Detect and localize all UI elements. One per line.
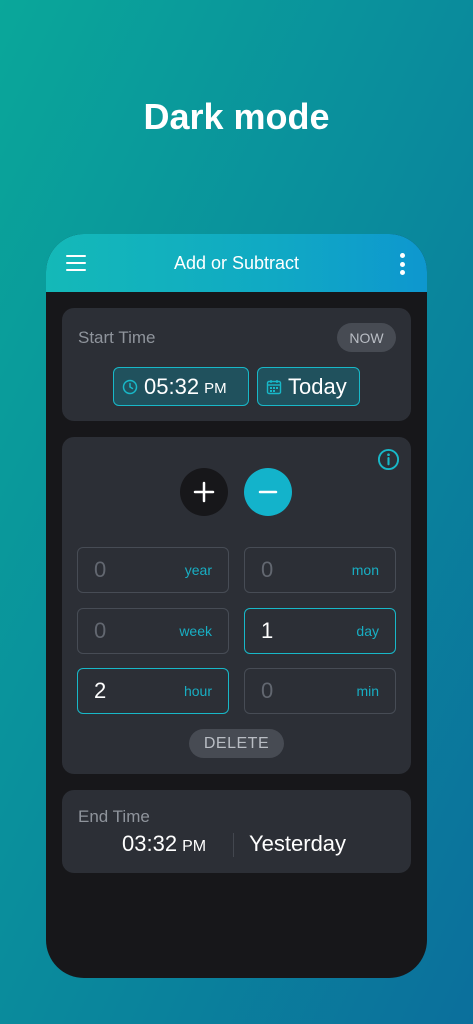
hamburger-menu-icon[interactable] bbox=[66, 255, 86, 271]
app-bar: Add or Subtract bbox=[46, 234, 427, 292]
add-button[interactable] bbox=[180, 468, 228, 516]
week-value: 0 bbox=[94, 618, 107, 643]
day-value: 1 bbox=[261, 618, 274, 643]
end-time-card: End Time 03:32 PM Yesterday bbox=[62, 790, 411, 873]
month-value: 0 bbox=[261, 557, 274, 582]
week-unit: week bbox=[179, 623, 212, 639]
minute-value: 0 bbox=[261, 678, 274, 703]
day-unit: day bbox=[356, 623, 379, 639]
page-headline: Dark mode bbox=[143, 96, 330, 137]
hour-field[interactable]: 2 hour bbox=[77, 668, 229, 714]
month-unit: mon bbox=[351, 562, 379, 578]
minus-icon bbox=[258, 490, 278, 494]
end-time-value: 03:32 bbox=[122, 831, 178, 856]
end-time-label: End Time bbox=[78, 807, 150, 826]
delete-button[interactable]: DELETE bbox=[189, 729, 284, 758]
year-field[interactable]: 0 year bbox=[77, 547, 229, 593]
start-date-value: Today bbox=[288, 373, 347, 399]
hour-unit: hour bbox=[183, 683, 212, 699]
end-time-display: 03:32 PM bbox=[122, 831, 206, 857]
day-field[interactable]: 1 day bbox=[244, 608, 396, 654]
end-time-ampm: PM bbox=[182, 838, 207, 855]
year-unit: year bbox=[184, 562, 212, 578]
hour-value: 2 bbox=[94, 678, 107, 703]
info-icon[interactable] bbox=[377, 448, 400, 471]
start-time-value: 05:32 bbox=[144, 373, 200, 399]
minute-unit: min bbox=[356, 683, 379, 699]
start-time-card: Start Time NOW 05:32 PM Today bbox=[62, 308, 411, 421]
start-time-ampm: PM bbox=[204, 380, 227, 397]
clock-icon bbox=[122, 379, 138, 394]
subtract-button[interactable] bbox=[244, 468, 292, 516]
calendar-icon bbox=[266, 379, 282, 394]
now-button[interactable]: NOW bbox=[337, 323, 396, 352]
month-field[interactable]: 0 mon bbox=[244, 547, 396, 593]
end-time-divider bbox=[233, 833, 234, 857]
plus-icon bbox=[193, 481, 215, 503]
year-value: 0 bbox=[94, 557, 107, 582]
end-date-value: Yesterday bbox=[249, 831, 347, 856]
start-date-picker[interactable]: Today bbox=[257, 367, 360, 406]
phone-screen: Add or Subtract Start Time NOW 05:32 PM bbox=[46, 234, 427, 978]
duration-card: 0 year 0 mon 0 week 1 day 2 hour 0 min D… bbox=[62, 437, 411, 774]
app-bar-title: Add or Subtract bbox=[173, 252, 300, 273]
week-field[interactable]: 0 week bbox=[77, 608, 229, 654]
start-time-label: Start Time bbox=[78, 328, 156, 347]
minute-field[interactable]: 0 min bbox=[244, 668, 396, 714]
start-time-picker[interactable]: 05:32 PM bbox=[113, 367, 249, 406]
more-vertical-icon[interactable] bbox=[399, 253, 405, 275]
